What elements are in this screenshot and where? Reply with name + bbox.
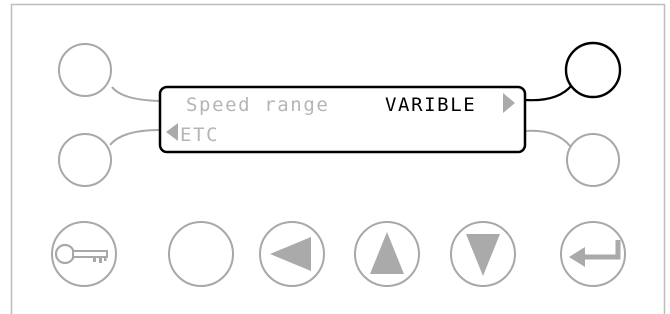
softkey-top-left-button[interactable] [58,43,112,97]
display-line2-label: ETC [180,124,219,146]
up-arrow-button[interactable] [354,221,420,287]
softkey-top-right-button[interactable] [564,41,622,99]
down-arrow-button[interactable] [450,221,516,287]
enter-button[interactable] [560,221,626,287]
connector-bottom-left [109,129,161,146]
connector-top-left [111,86,161,102]
control-panel: Speed range VARIBLE ETC [10,3,666,314]
key-button[interactable] [51,221,117,287]
left-arrow-button[interactable] [259,221,325,287]
softkey-bottom-right-button[interactable] [566,133,620,187]
enter-button-circle[interactable] [560,221,626,287]
softkey-bottom-left-button[interactable] [58,133,112,187]
display-line1-label: Speed range [186,94,329,116]
blank-button[interactable] [168,221,234,287]
display-line1-value: VARIBLE [385,94,476,116]
connector-bottom-right [524,129,571,147]
connector-top-right [524,84,573,102]
